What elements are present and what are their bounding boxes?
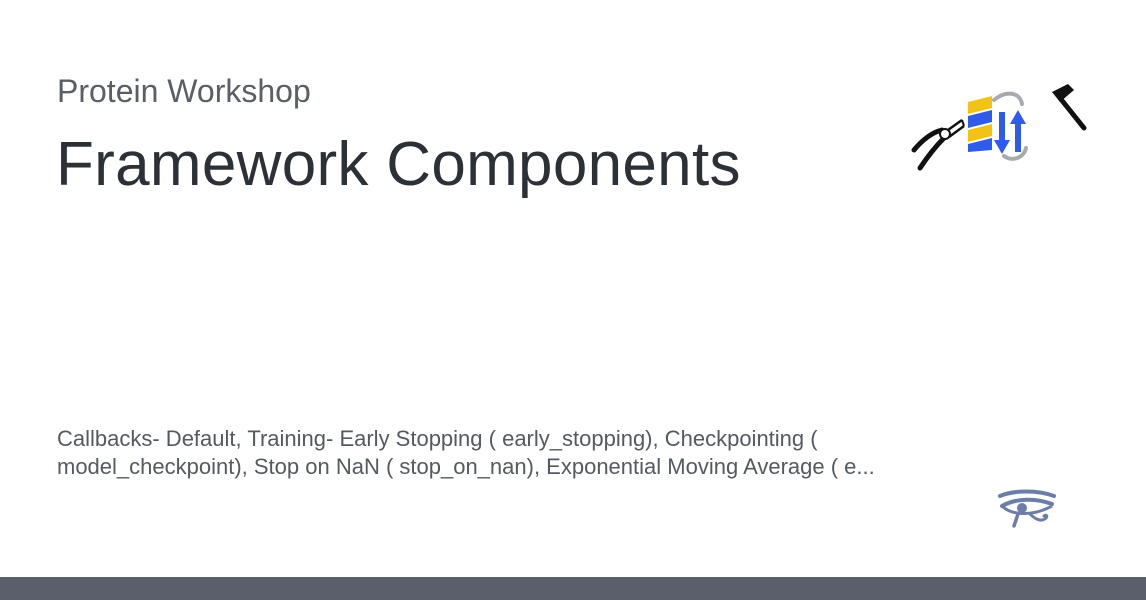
- protein-structure-icon: [968, 91, 1028, 161]
- eye-of-horus-icon: [998, 489, 1056, 528]
- pliers-icon: [911, 118, 965, 171]
- description-line: Callbacks- Default, Training- Early Stop…: [57, 426, 818, 451]
- page-title: Framework Components: [56, 130, 741, 199]
- description-line: model_checkpoint), Stop on NaN ( stop_on…: [57, 454, 875, 479]
- hammer-icon: [1052, 84, 1087, 131]
- footer-bar: [0, 577, 1146, 600]
- protein-workshop-logo: [911, 84, 1087, 171]
- site-name: Protein Workshop: [57, 73, 311, 109]
- social-preview-card: Protein Workshop Framework Components Ca…: [0, 0, 1146, 600]
- page-description: Callbacks- Default, Training- Early Stop…: [57, 425, 957, 481]
